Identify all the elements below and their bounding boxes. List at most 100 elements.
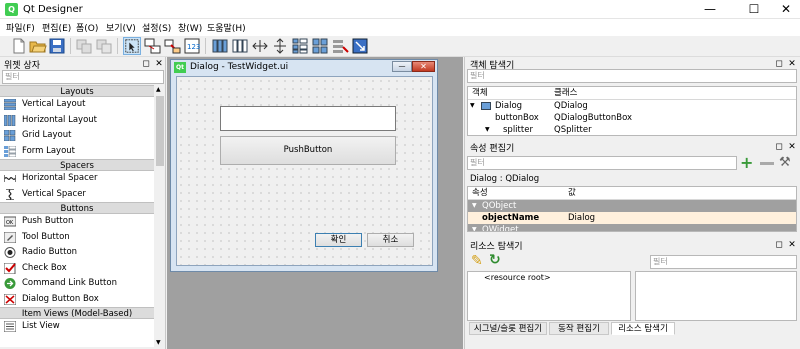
edit-resources-icon[interactable]: ✎ (471, 253, 483, 269)
edit-tab-order-icon[interactable]: 123 (183, 37, 201, 55)
remove-property-icon[interactable] (760, 162, 774, 165)
save-icon[interactable] (48, 37, 66, 55)
reload-icon[interactable]: ↻ (489, 252, 501, 268)
form-title: Dialog - TestWidget.ui (190, 62, 289, 72)
property-filter-input[interactable]: 필터 (467, 156, 737, 170)
tree-row-dialog[interactable]: ▼ Dialog QDialog (468, 100, 796, 112)
close-icon[interactable]: ✕ (787, 240, 797, 250)
edit-widgets-icon[interactable] (123, 37, 141, 55)
close-icon[interactable]: ✕ (787, 142, 797, 152)
edit-buddies-icon[interactable] (163, 37, 181, 55)
form-close-button[interactable]: ✕ (412, 61, 435, 72)
collapse-icon[interactable]: ▼ (470, 100, 475, 112)
close-button[interactable]: ✕ (768, 0, 800, 19)
push-button[interactable]: PushButton (220, 136, 396, 165)
resource-view[interactable] (635, 271, 797, 321)
splitter-vertical-icon[interactable] (271, 37, 289, 55)
lay-out-horizontally-icon[interactable] (211, 37, 229, 55)
category-spacers[interactable]: Spacers (0, 159, 154, 171)
widget-tool-button[interactable]: Tool Button (0, 230, 154, 246)
widget-label: Form Layout (22, 145, 76, 156)
tab-signal-slot-editor[interactable]: 시그널/슬롯 편집기 (469, 322, 547, 335)
widget-label: Horizontal Layout (22, 114, 97, 125)
tree-row-splitter[interactable]: ▼ splitter QSplitter (468, 124, 796, 135)
float-icon[interactable]: ◻ (774, 142, 784, 152)
widget-check-box[interactable]: Check Box (0, 261, 154, 277)
copy-icon[interactable] (95, 37, 113, 55)
tab-action-editor[interactable]: 동작 편집기 (549, 322, 609, 335)
float-icon[interactable]: ◻ (774, 240, 784, 250)
cut-icon[interactable] (75, 37, 93, 55)
collapse-icon[interactable]: ▼ (472, 224, 477, 231)
menu-edit[interactable]: 편집(E) (42, 21, 71, 34)
configure-icon[interactable]: ⚒ (779, 155, 791, 170)
splitter-horizontal-icon[interactable] (251, 37, 269, 55)
column-object[interactable]: 객체 (472, 87, 488, 99)
widget-filter-input[interactable]: 필터 (2, 70, 164, 84)
float-icon[interactable]: ◻ (774, 59, 784, 69)
group-qobject[interactable]: ▼ QObject (468, 200, 796, 212)
add-property-icon[interactable]: + (740, 155, 756, 171)
widget-dialog-button-box[interactable]: Dialog Button Box (0, 292, 154, 308)
widget-command-link-button[interactable]: Command Link Button (0, 276, 154, 292)
widget-vertical-spacer[interactable]: Vertical Spacer (0, 187, 154, 203)
maximize-button[interactable]: ☐ (736, 0, 772, 19)
tab-resource-browser[interactable]: 리소스 탐색기 (611, 322, 675, 335)
collapse-icon[interactable]: ▼ (485, 124, 490, 135)
close-icon[interactable]: ✕ (787, 59, 797, 69)
menu-help[interactable]: 도움말(H) (207, 21, 246, 34)
class-name: QDialog (554, 101, 588, 111)
widget-label: Push Button (22, 216, 74, 226)
lay-out-vertically-icon[interactable] (231, 37, 249, 55)
scroll-down-icon[interactable]: ▼ (156, 339, 161, 346)
menu-view[interactable]: 보기(V) (106, 21, 136, 34)
close-icon[interactable]: ✕ (154, 59, 164, 69)
dialog-icon (481, 102, 491, 110)
widget-horizontal-layout[interactable]: Horizontal Layout (0, 113, 154, 129)
category-layouts[interactable]: Layouts (0, 85, 154, 97)
widget-grid-layout[interactable]: Grid Layout (0, 128, 154, 144)
menu-settings[interactable]: 설정(S) (142, 21, 171, 34)
property-value[interactable]: Dialog (568, 212, 595, 224)
new-file-icon[interactable] (10, 37, 28, 55)
object-filter-input[interactable]: 필터 (467, 69, 797, 83)
menu-form[interactable]: 폼(O) (76, 21, 98, 34)
lay-out-grid-icon[interactable] (311, 37, 329, 55)
radio-button-icon (4, 247, 16, 258)
category-item-views[interactable]: Item Views (Model-Based) (0, 307, 154, 319)
column-class[interactable]: 클래스 (554, 87, 577, 99)
column-value[interactable]: 값 (568, 187, 576, 199)
widget-label: Vertical Spacer (22, 188, 86, 199)
resource-tree[interactable]: <resource root> (467, 271, 631, 321)
open-folder-icon[interactable] (29, 37, 47, 55)
widget-list-view[interactable]: List View (0, 319, 154, 335)
adjust-size-icon[interactable] (351, 37, 369, 55)
scroll-up-icon[interactable]: ▲ (156, 86, 161, 93)
float-icon[interactable]: ◻ (141, 59, 151, 69)
line-edit[interactable] (220, 106, 396, 131)
minimize-button[interactable]: — (692, 0, 728, 19)
menu-window[interactable]: 창(W) (178, 21, 202, 34)
edit-signals-icon[interactable] (143, 37, 161, 55)
category-buttons[interactable]: Buttons (0, 202, 154, 214)
resource-filter-input[interactable]: 필터 (650, 255, 797, 269)
widget-push-button[interactable]: OK Push Button (0, 214, 154, 230)
form-minimize-button[interactable]: — (392, 61, 412, 72)
widget-horizontal-spacer[interactable]: Horizontal Spacer (0, 171, 154, 187)
break-layout-icon[interactable] (331, 37, 349, 55)
ok-button[interactable]: 확인 (315, 233, 362, 247)
collapse-icon[interactable]: ▼ (472, 200, 477, 212)
widget-label: Dialog Button Box (22, 293, 99, 304)
menu-file[interactable]: 파일(F) (6, 21, 35, 34)
widget-radio-button[interactable]: Radio Button (0, 245, 154, 261)
group-qwidget[interactable]: ▼ QWidget (468, 224, 796, 231)
column-property[interactable]: 속성 (472, 187, 488, 199)
widget-vertical-layout[interactable]: Vertical Layout (0, 97, 154, 113)
cancel-button[interactable]: 취소 (367, 233, 414, 247)
resource-root[interactable]: <resource root> (484, 273, 551, 282)
widget-form-layout[interactable]: Form Layout (0, 144, 154, 160)
scrollbar-thumb[interactable] (156, 96, 164, 166)
property-row-objectname[interactable]: objectName Dialog (468, 212, 796, 224)
tree-row-buttonbox[interactable]: buttonBox QDialogButtonBox (468, 112, 796, 124)
lay-out-form-icon[interactable] (291, 37, 309, 55)
